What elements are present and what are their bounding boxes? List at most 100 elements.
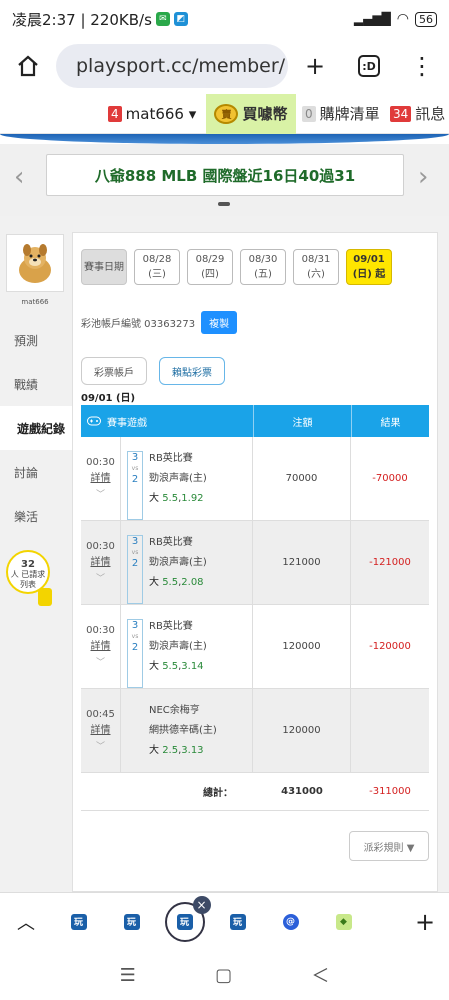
announcement-banner[interactable]: 八爺888 MLB 國際盤近16日40過31: [46, 154, 404, 196]
recent-apps-icon[interactable]: ☰: [120, 965, 136, 986]
purchase-list-link[interactable]: 0 購牌清單: [302, 103, 380, 124]
tab-points-lottery[interactable]: 賴點彩票: [159, 357, 225, 385]
url-field[interactable]: playsport.cc/member/: [56, 44, 288, 88]
bet-result: -121000: [369, 557, 411, 568]
date-tab-0901[interactable]: 09/01 (日) 起: [346, 249, 392, 285]
date-tab-0829[interactable]: 08/29 (四): [187, 249, 233, 285]
date-tab-0830[interactable]: 08/30 (五): [240, 249, 286, 285]
shield-favicon-icon: ◆: [335, 913, 352, 930]
system-navigation-bar: ☰ ▢ ＜: [0, 950, 449, 1000]
bet-amount: 121000: [253, 521, 351, 604]
site-favicon-icon: 玩: [176, 913, 193, 930]
carousel-next-button[interactable]: ›: [418, 162, 428, 192]
league-name: RB英比賽: [149, 621, 193, 632]
details-link[interactable]: 詳情: [81, 723, 120, 739]
new-tab-plus-button[interactable]: +: [401, 908, 449, 936]
header-game: 賽事遊戲: [81, 405, 253, 437]
date-tab-label: 賽事日期: [81, 249, 127, 285]
site-favicon-icon: 玩: [229, 913, 246, 930]
plus-icon: +: [414, 907, 436, 936]
tab-thumbnail[interactable]: 玩: [105, 913, 158, 930]
score-box: 3 vs 2: [127, 451, 143, 520]
chevron-down-icon[interactable]: ﹀: [81, 571, 120, 587]
score-cell: 3 vs 2: [121, 521, 149, 604]
row-time: 00:30: [86, 457, 115, 468]
chevron-down-icon[interactable]: ﹀: [81, 487, 120, 503]
date-tab-0831[interactable]: 08/31 (六): [293, 249, 339, 285]
game-info-cell: RB英比賽 勁浪声壽(主) 大 5.5,1.92: [149, 437, 253, 520]
row-time-cell: 00:30 詳情 ﹀: [81, 605, 121, 688]
gamepad-icon: [87, 416, 101, 426]
active-tab-ring: 玩 ×: [164, 895, 211, 942]
status-bar: 凌晨2:37 | 220KB/s ✉ ◩ ▂▄▆█ ◠ 56: [0, 0, 449, 38]
chevron-down-icon[interactable]: ﹀: [81, 655, 120, 671]
wechat-icon: ✉: [155, 12, 170, 26]
chevron-down-icon[interactable]: ﹀: [81, 739, 120, 755]
tab-thumbnail[interactable]: @: [264, 913, 317, 930]
home-nav-icon[interactable]: ▢: [215, 965, 232, 986]
row-time: 00:30: [86, 625, 115, 636]
header-bet: 注額: [253, 405, 351, 437]
tab-thumbnail-active[interactable]: 玩 ×: [158, 895, 211, 942]
game-info-cell: RB英比賽 勁浪声壽(主) 大 5.5,2.08: [149, 521, 253, 604]
user-menu[interactable]: 4 mat666 ▾: [108, 105, 196, 123]
league-name: RB英比賽: [149, 537, 193, 548]
pick-line: 大 5.5,3.14: [149, 661, 204, 672]
tab-thumbnail[interactable]: ◆: [317, 913, 370, 930]
plus-icon: +: [304, 52, 326, 80]
tab-lottery-account[interactable]: 彩票帳戶: [81, 357, 147, 385]
browser-address-bar: playsport.cc/member/ + :D ⋮: [0, 38, 449, 94]
table-header: 賽事遊戲 注額 結果: [81, 405, 429, 437]
bet-result: -70000: [372, 473, 408, 484]
tab-thumbnail[interactable]: 玩: [211, 913, 264, 930]
message-count-badge: 34: [390, 105, 412, 122]
back-icon[interactable]: ＜: [311, 962, 329, 988]
tab-thumbnail[interactable]: 玩: [52, 913, 105, 930]
row-time: 00:30: [86, 541, 115, 552]
header-stripe: [0, 134, 449, 144]
buy-coins-button[interactable]: 賣 買噱幣: [206, 93, 296, 134]
browser-menu-button[interactable]: ⋮: [396, 38, 448, 94]
league-name: RB英比賽: [149, 453, 193, 464]
copy-button[interactable]: 複製: [201, 311, 238, 334]
date-tabs: 賽事日期 08/28 (三) 08/29 (四) 08/30 (五) 08/31 (六)…: [81, 249, 392, 285]
close-tab-icon[interactable]: ×: [192, 895, 211, 914]
date-heading: 09/01 (日): [81, 393, 136, 404]
row-time: 00:45: [86, 709, 115, 720]
row-time-cell: 00:30 詳情 ﹀: [81, 437, 121, 520]
team-name: 網拱德辛碼(主): [149, 725, 217, 736]
score-cell: [121, 689, 149, 772]
score-box: 3 vs 2: [127, 619, 143, 688]
details-link[interactable]: 詳情: [81, 639, 120, 655]
signal-icon: ▂▄▆█: [353, 12, 391, 26]
bet-amount: 120000: [253, 689, 351, 772]
site-favicon-icon: 玩: [123, 913, 140, 930]
team-name: 勁浪声壽(主): [149, 557, 207, 568]
url-text: playsport.cc/member/: [76, 55, 286, 77]
carousel-indicator: [218, 202, 230, 206]
details-link[interactable]: 詳情: [81, 555, 120, 571]
payout-rules-button[interactable]: 派彩規則 ▼: [349, 831, 429, 861]
browser-tab-strip: ︿ 玩 玩 玩 × 玩 @ ◆ +: [0, 892, 449, 950]
total-result: -311000: [369, 786, 411, 797]
announcement-text: 八爺888 MLB 國際盤近16日40過31: [94, 166, 356, 185]
status-time: 凌晨2:37 | 220KB/s: [12, 10, 152, 29]
score-cell: 3 vs 2: [121, 605, 149, 688]
tab-switcher-button[interactable]: :D: [342, 38, 396, 94]
messages-link[interactable]: 34 訊息: [390, 103, 445, 124]
email-favicon-icon: @: [282, 913, 299, 930]
details-link[interactable]: 詳情: [81, 471, 120, 487]
expand-tabs-button[interactable]: ︿: [0, 909, 52, 935]
game-record-panel: 賽事日期 08/28 (三) 08/29 (四) 08/30 (五) 08/31 (六)…: [72, 232, 438, 892]
total-bet: 431000: [281, 786, 323, 797]
date-tab-0828[interactable]: 08/28 (三): [134, 249, 180, 285]
new-tab-button[interactable]: +: [288, 38, 342, 94]
pick-line: 大 5.5,1.92: [149, 493, 204, 504]
bets-table: 賽事遊戲 注額 結果 00:30 詳情 ﹀ 3 vs 2 RB英比賽 勁浪声壽(…: [81, 405, 429, 811]
home-button[interactable]: [0, 38, 56, 94]
table-row: 00:30 詳情 ﹀ 3 vs 2 RB英比賽 勁浪声壽(主) 大 5.5,1.…: [81, 437, 429, 521]
bet-result: [351, 689, 429, 772]
carousel-prev-button[interactable]: ‹: [14, 162, 24, 192]
game-info-cell: RB英比賽 勁浪声壽(主) 大 5.5,3.14: [149, 605, 253, 688]
site-favicon-icon: 玩: [70, 913, 87, 930]
